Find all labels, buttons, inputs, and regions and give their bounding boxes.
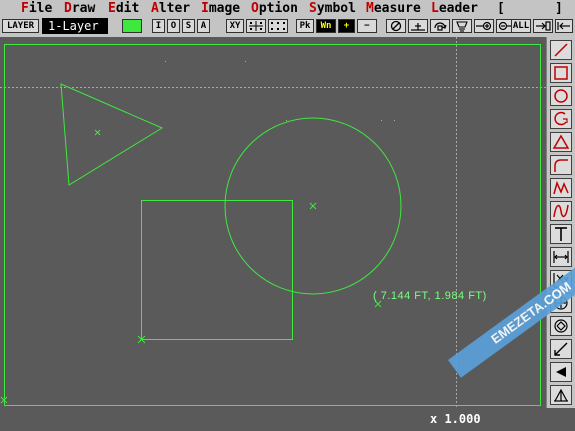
zoom-out-button[interactable]: − [357,19,377,33]
grid-dots-icon[interactable] [268,19,288,33]
select-all-button[interactable]: ALL [511,19,531,33]
menu-alter[interactable]: Alter [151,0,190,17]
toolbar: LAYER 1-Layer I O S A XY Pk Wn + − ALL [0,17,575,38]
triangle-center-marker [94,129,101,136]
triangle-icon [552,134,570,149]
printer-icon[interactable] [452,19,472,33]
triangle-shape[interactable] [60,83,164,186]
bisect-tool[interactable] [550,316,572,336]
exit-icon[interactable] [555,19,573,33]
rectangle-shape[interactable] [141,200,293,340]
layer-button[interactable]: LAYER [2,19,39,33]
circle-icon [554,89,568,103]
coordinate-readout: ( 7.144 FT, 1.984 FT) [373,290,487,302]
add-point-icon[interactable] [474,19,494,33]
rectangle-icon [554,66,568,80]
polyline-tool[interactable] [550,178,572,198]
tool-palette [546,37,575,408]
grid-dots [165,61,395,121]
xy-coord-button[interactable]: XY [226,19,244,33]
origin-icon[interactable] [408,19,428,33]
snap-origin-button[interactable]: O [167,19,180,33]
zoom-level: x 1.000 [430,412,481,426]
arc-icon [554,111,568,126]
window-button[interactable]: Wn [316,19,336,33]
menu-leader[interactable]: Leader [431,0,478,17]
circle-center-marker [309,202,317,210]
snap-snap-button[interactable]: S [182,19,195,33]
circle-tool[interactable] [550,86,572,106]
text-icon [555,227,567,241]
menu-measure[interactable]: Measure [366,0,421,17]
rectangle-tool[interactable] [550,63,572,83]
area-icon [554,388,568,402]
menu-symbol[interactable]: Symbol [309,0,356,17]
arc-tool[interactable] [550,109,572,129]
line-tool[interactable] [550,40,572,60]
export-icon[interactable] [533,19,553,33]
text-tool[interactable] [550,224,572,244]
pick-button[interactable]: Pk [296,19,314,33]
fillet-icon [554,159,568,172]
snap-angle-button[interactable]: A [197,19,210,33]
menu-edit[interactable]: Edit [108,0,139,17]
spline-tool[interactable] [550,201,572,221]
menu-bar: File Draw Edit Alter Image Option Symbol… [0,0,575,17]
grid-settings-icon[interactable] [246,19,266,33]
menu-draw[interactable]: Draw [64,0,95,17]
status-bar: x 1.000 [0,408,575,431]
polyline-icon [553,180,569,195]
dimension-tool[interactable] [550,247,572,267]
arrowhead-icon [556,367,566,377]
cancel-icon[interactable] [386,19,406,33]
layer-color-swatch[interactable] [122,19,142,33]
arrowhead-tool[interactable] [550,362,572,382]
zoom-in-button[interactable]: + [338,19,355,33]
prompt-bracket-left: [ [497,1,505,16]
polygon-tool[interactable] [550,132,572,152]
prompt-bracket-right: ] [555,1,563,16]
line-icon [554,43,568,57]
redraw-icon[interactable] [430,19,450,33]
bisect-icon [554,319,568,333]
menu-image[interactable]: Image [201,0,240,17]
fillet-tool[interactable] [550,155,572,175]
dimension-icon [553,251,569,263]
menu-option[interactable]: Option [251,0,298,17]
spline-icon [553,204,569,218]
menu-file[interactable]: File [21,0,52,17]
area-tool[interactable] [550,385,572,405]
leader-icon [554,342,568,356]
leader-tool[interactable] [550,339,572,359]
snap-intersection-button[interactable]: I [152,19,165,33]
layer-name-field[interactable]: 1-Layer [42,18,108,34]
